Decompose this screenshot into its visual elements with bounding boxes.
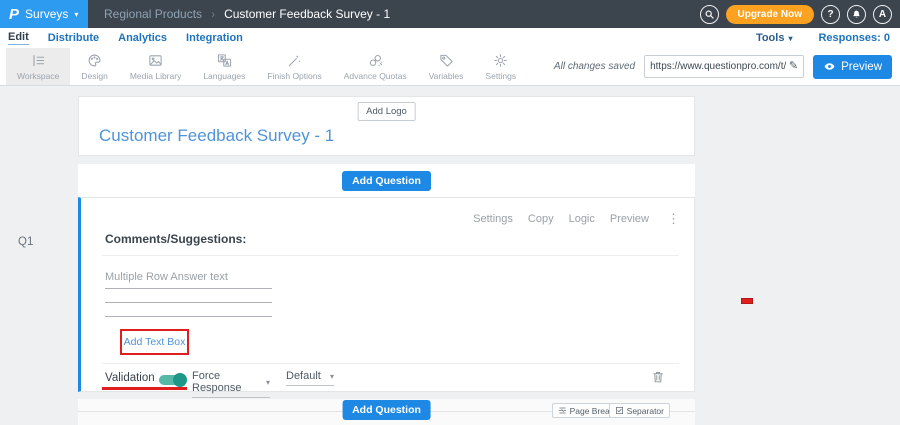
toolbar-item-advance-quotas[interactable]: Advance Quotas [333, 48, 418, 85]
settings-gear-icon [493, 53, 508, 68]
validation-toggle[interactable] [159, 375, 185, 385]
save-status: All changes saved [554, 61, 635, 72]
edit-toolbar: Workspace Design Media Library Languages… [0, 48, 900, 86]
variables-tag-icon [439, 53, 454, 68]
add-question-strip-bottom: Add Question Page Break Separator [78, 399, 695, 425]
default-label: Default [286, 370, 321, 382]
chevron-down-icon: ▾ [74, 11, 78, 19]
survey-title[interactable]: Customer Feedback Survey - 1 [99, 126, 334, 146]
toolbar-item-settings[interactable]: Settings [474, 48, 527, 85]
question-card: Settings Copy Logic Preview ⋮ Comments/S… [78, 197, 695, 392]
tools-label: Tools [756, 32, 785, 44]
languages-icon [217, 53, 232, 68]
breadcrumb-current: Customer Feedback Survey - 1 [224, 7, 390, 21]
page-break-icon [558, 406, 567, 415]
preview-label: Preview [841, 61, 882, 73]
surveys-app-switcher[interactable]: P Surveys ▾ [0, 0, 88, 28]
toolbar-item-languages[interactable]: Languages [192, 48, 256, 85]
app-name: Surveys [25, 7, 68, 21]
more-vertical-icon[interactable]: ⋮ [667, 211, 680, 227]
question-settings-link[interactable]: Settings [473, 213, 513, 225]
question-copy-link[interactable]: Copy [528, 213, 554, 225]
survey-url-input[interactable] [650, 61, 786, 72]
question-footer-divider [102, 363, 679, 364]
advance-quotas-links-icon [368, 53, 383, 68]
toolbar-right: All changes saved ✎ Preview [554, 48, 900, 85]
validation-label: Validation [105, 372, 155, 384]
edit-url-pencil-icon[interactable]: ✎ [789, 61, 798, 72]
survey-url-box: ✎ [644, 55, 804, 78]
preview-button[interactable]: Preview [813, 55, 892, 79]
finish-options-wand-icon [287, 53, 302, 68]
question-number: Q1 [18, 236, 33, 248]
search-icon[interactable] [700, 5, 719, 24]
separator-label: Separator [627, 406, 664, 416]
menu-item-integration[interactable]: Integration [186, 32, 243, 45]
survey-editor-canvas: Q1 Add Logo Customer Feedback Survey - 1… [0, 86, 900, 425]
menu-item-edit[interactable]: Edit [8, 31, 29, 45]
questionpro-logo: P [9, 7, 19, 22]
add-question-button-top[interactable]: Add Question [342, 171, 431, 191]
breadcrumb: Regional Products › Customer Feedback Su… [104, 7, 390, 21]
answer-row-2[interactable] [105, 302, 272, 303]
add-text-box-link[interactable]: Add Text Box [124, 336, 186, 348]
answer-placeholder: Multiple Row Answer text [105, 271, 228, 283]
workspace-icon [31, 53, 46, 68]
separator-button[interactable]: Separator [609, 403, 670, 418]
avatar[interactable]: A [873, 5, 892, 24]
menu-item-analytics[interactable]: Analytics [118, 32, 167, 45]
breadcrumb-separator-icon: › [211, 7, 215, 21]
page-break-label: Page Break [570, 406, 614, 416]
top-header: P Surveys ▾ Regional Products › Customer… [0, 0, 900, 28]
annotation-underline-validation [102, 387, 187, 390]
add-question-button-bottom[interactable]: Add Question [342, 400, 431, 420]
separator-checkbox-icon [615, 406, 624, 415]
answer-row-3[interactable] [105, 316, 272, 317]
add-question-strip-top: Add Question [78, 164, 695, 197]
help-button[interactable]: ? [821, 5, 840, 24]
question-text[interactable]: Comments/Suggestions: [105, 232, 246, 246]
header-actions: Upgrade Now ? A [700, 5, 900, 24]
question-actions: Settings Copy Logic Preview ⋮ [473, 211, 680, 227]
notifications-bell-icon[interactable] [847, 5, 866, 24]
force-response-label: Force Response [192, 370, 266, 394]
trash-icon [651, 370, 665, 384]
menu-item-distribute[interactable]: Distribute [48, 32, 99, 45]
default-dropdown[interactable]: Default ▾ [286, 370, 334, 386]
add-logo-button[interactable]: Add Logo [357, 102, 416, 121]
chevron-down-icon: ▾ [266, 378, 270, 387]
upgrade-now-button[interactable]: Upgrade Now [726, 5, 814, 24]
chevron-down-icon: ▾ [788, 34, 792, 43]
force-response-dropdown[interactable]: Force Response ▾ [192, 370, 270, 398]
annotation-marker [741, 298, 753, 304]
answer-row-1[interactable] [105, 288, 272, 289]
delete-question-button[interactable] [651, 370, 665, 389]
breadcrumb-parent[interactable]: Regional Products [104, 7, 202, 21]
toolbar-item-design[interactable]: Design [70, 48, 118, 85]
toolbar-item-media-library[interactable]: Media Library [119, 48, 193, 85]
chevron-down-icon: ▾ [330, 372, 334, 381]
responses-count[interactable]: Responses: 0 [818, 32, 890, 44]
question-divider [102, 255, 679, 256]
question-preview-link[interactable]: Preview [610, 213, 649, 225]
toggle-knob [173, 373, 187, 387]
menu-right: Tools ▾ Responses: 0 [756, 32, 900, 44]
annotation-box-add-text-box: Add Text Box [120, 329, 189, 355]
survey-menu-bar: Edit Distribute Analytics Integration To… [0, 28, 900, 48]
question-logic-link[interactable]: Logic [569, 213, 595, 225]
media-library-icon [148, 53, 163, 68]
survey-header-card: Add Logo Customer Feedback Survey - 1 [78, 96, 695, 156]
toolbar-item-finish-options[interactable]: Finish Options [256, 48, 332, 85]
design-palette-icon [87, 53, 102, 68]
toolbar-item-variables[interactable]: Variables [418, 48, 475, 85]
eye-icon [823, 60, 836, 73]
toolbar-item-workspace[interactable]: Workspace [6, 48, 70, 85]
tools-dropdown[interactable]: Tools ▾ [756, 32, 793, 44]
